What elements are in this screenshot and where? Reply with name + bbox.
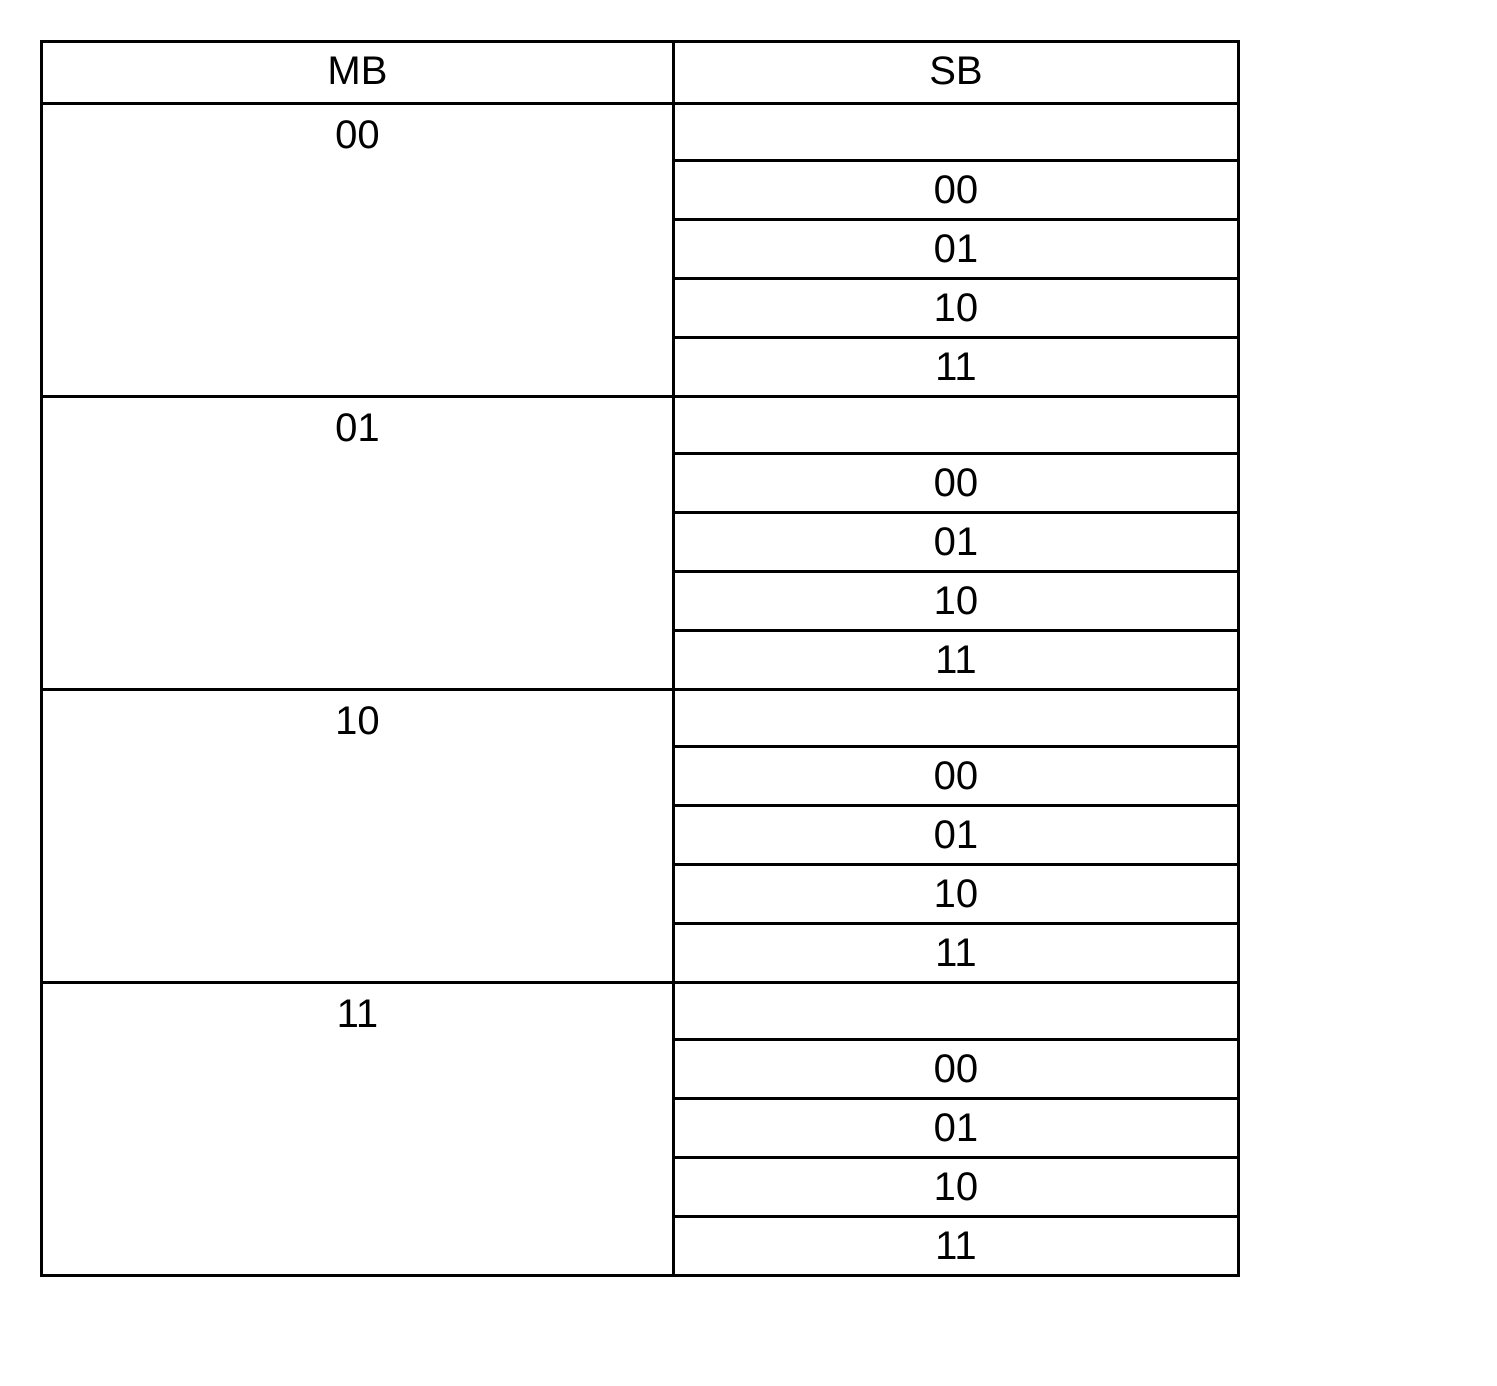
sb-cell	[673, 690, 1238, 747]
sb-cell: 01	[673, 1099, 1238, 1158]
mb-cell: 10	[42, 690, 674, 983]
sb-cell	[673, 397, 1238, 454]
sb-cell: 00	[673, 454, 1238, 513]
data-table: MB SB 00 00 01 10 11 01 00 01 10 11 10 0…	[40, 40, 1240, 1277]
sb-cell: 10	[673, 1158, 1238, 1217]
sb-cell: 00	[673, 747, 1238, 806]
sb-cell: 10	[673, 279, 1238, 338]
header-sb: SB	[673, 42, 1238, 104]
table-row: 00	[42, 104, 1239, 161]
sb-cell: 11	[673, 338, 1238, 397]
sb-cell: 00	[673, 161, 1238, 220]
sb-cell: 11	[673, 631, 1238, 690]
table-row: 01	[42, 397, 1239, 454]
sb-cell: 01	[673, 220, 1238, 279]
mb-cell: 11	[42, 983, 674, 1276]
sb-cell	[673, 983, 1238, 1040]
table-row: 10	[42, 690, 1239, 747]
mb-cell: 01	[42, 397, 674, 690]
sb-cell	[673, 104, 1238, 161]
sb-cell: 11	[673, 1217, 1238, 1276]
mb-cell: 00	[42, 104, 674, 397]
sb-cell: 10	[673, 572, 1238, 631]
sb-cell: 10	[673, 865, 1238, 924]
header-mb: MB	[42, 42, 674, 104]
sb-cell: 11	[673, 924, 1238, 983]
table-row: 11	[42, 983, 1239, 1040]
sb-cell: 01	[673, 513, 1238, 572]
header-row: MB SB	[42, 42, 1239, 104]
sb-cell: 01	[673, 806, 1238, 865]
sb-cell: 00	[673, 1040, 1238, 1099]
